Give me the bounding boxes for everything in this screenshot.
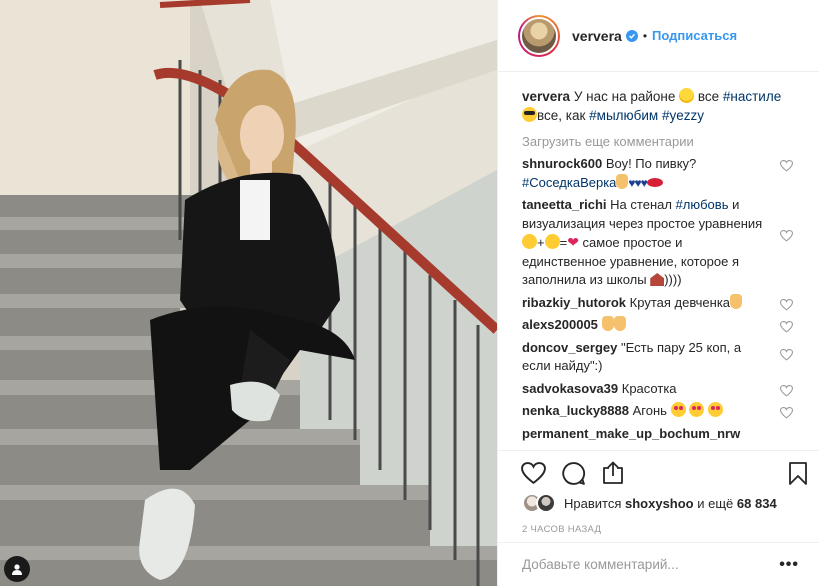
- house-emoji-icon: [650, 273, 665, 286]
- comment-like-heart-icon[interactable]: [780, 384, 793, 397]
- comment-username[interactable]: shnurock600: [522, 156, 602, 171]
- smile-emoji-icon: [522, 234, 537, 249]
- heart-eyes-emoji-icon: [670, 402, 686, 417]
- red-heart-emoji-icon: ❤: [567, 234, 579, 250]
- comment-username[interactable]: alexs200005: [522, 317, 598, 332]
- share-button[interactable]: [600, 460, 626, 486]
- comment-like-heart-icon[interactable]: [780, 348, 793, 361]
- likes-text[interactable]: Нравится shoxyshoo и ещё 68 834: [564, 496, 777, 511]
- victory-hand-emoji-icon: [601, 316, 614, 331]
- comment-like-heart-icon[interactable]: [780, 321, 793, 333]
- ok-hand-emoji-icon: [613, 316, 626, 331]
- likes-count[interactable]: 68 834: [737, 496, 777, 511]
- hashtag-link[interactable]: #мылюбим: [589, 108, 658, 123]
- kiss-emoji-icon: [646, 177, 663, 187]
- follow-button[interactable]: Подписаться: [652, 28, 737, 43]
- load-more-comments-button[interactable]: Загрузить еще комментарии: [522, 133, 795, 151]
- add-comment-section: •••: [498, 542, 819, 586]
- comment-text: Красотка: [621, 380, 677, 396]
- comment-text: Крутая девченка: [629, 294, 731, 310]
- comment-username[interactable]: ribazkiy_hutorok: [522, 295, 626, 310]
- heart-eyes-emoji-icon: [689, 402, 705, 417]
- blue-hearts-emoji-icon: ♥♥♥: [628, 175, 647, 190]
- post-photo[interactable]: [0, 0, 497, 586]
- comment-text: На стенал: [610, 197, 676, 212]
- person-icon: [12, 564, 22, 575]
- sunglasses-emoji-icon: [522, 107, 537, 122]
- comment-item: doncov_sergey "Есть пару 25 коп, а если …: [522, 339, 795, 376]
- comment-like-heart-icon[interactable]: [780, 230, 793, 242]
- thumbs-up-emoji-icon: [616, 173, 629, 189]
- like-button[interactable]: [520, 460, 546, 486]
- smile-emoji-icon: [544, 234, 560, 249]
- hashtag-link[interactable]: #настиле: [723, 89, 781, 104]
- comment-text: Агонь: [632, 403, 671, 418]
- heart-eyes-emoji-icon: [707, 402, 723, 417]
- comment-item: sadvokasova39 Красотка: [522, 380, 795, 399]
- post-header: ververa • Подписаться: [498, 0, 819, 72]
- comment-username[interactable]: taneetta_richi: [522, 197, 607, 212]
- comment-button[interactable]: [560, 460, 586, 486]
- author-avatar-story-ring[interactable]: [518, 14, 560, 57]
- comment-like-heart-icon[interactable]: [780, 407, 793, 419]
- tagged-user-indicator[interactable]: [4, 556, 30, 582]
- verified-badge-icon: [625, 29, 638, 42]
- comment-like-heart-icon[interactable]: [780, 160, 793, 172]
- comment-item: nenka_lucky8888 Агонь: [522, 402, 795, 421]
- comment-username[interactable]: doncov_sergey: [522, 340, 617, 355]
- comment-text: Воу! По пивку?: [605, 156, 697, 171]
- comment-icon: [561, 461, 585, 485]
- comment-item: permanent_make_up_bochum_nrw: [522, 425, 795, 444]
- comment-item: taneetta_richi На стенал #любовь и визуа…: [522, 196, 795, 290]
- avatar: [520, 16, 558, 55]
- caption-username[interactable]: ververa: [522, 89, 570, 104]
- hashtag-link[interactable]: #yezzy: [662, 108, 704, 123]
- post-actions-bar: [498, 450, 819, 494]
- laughing-emoji-icon: [679, 88, 695, 103]
- hashtag-link[interactable]: #любовь: [676, 197, 729, 212]
- comment-like-heart-icon[interactable]: [780, 298, 793, 311]
- post-side-panel: ververa • Подписаться ververa У нас на р…: [497, 0, 819, 586]
- comment-username[interactable]: nenka_lucky8888: [522, 403, 629, 418]
- post-timestamp[interactable]: 2 часов назад: [522, 524, 601, 535]
- comment-item: shnurock600 Воу! По пивку? #СоседкаВерка…: [522, 155, 795, 192]
- author-username[interactable]: ververa: [572, 28, 622, 44]
- comment-username[interactable]: permanent_make_up_bochum_nrw: [522, 426, 740, 441]
- photo-illustration: [0, 0, 497, 586]
- share-icon: [603, 461, 623, 484]
- comment-text: )))): [664, 272, 682, 287]
- comment-item: alexs200005: [522, 316, 795, 335]
- separator-dot: •: [642, 28, 648, 43]
- comment-username[interactable]: sadvokasova39: [522, 381, 618, 396]
- liker-username[interactable]: shoxyshoo: [625, 496, 694, 511]
- avatar: [536, 493, 556, 513]
- bookmark-icon: [789, 461, 807, 485]
- comments-list[interactable]: ververa У нас на районе все #настиле все,…: [498, 73, 819, 449]
- comment-input[interactable]: [522, 557, 780, 572]
- comment-item: ribazkiy_hutorok Крутая девченка: [522, 293, 795, 313]
- hashtag-link[interactable]: #СоседкаВерка: [522, 175, 616, 190]
- likes-summary: Нравится shoxyshoo и ещё 68 834: [522, 493, 777, 513]
- more-options-icon[interactable]: •••: [779, 556, 799, 574]
- save-button[interactable]: [785, 460, 811, 486]
- heart-icon: [520, 461, 546, 484]
- ok-hand-emoji-icon: [730, 293, 743, 309]
- post-caption: ververa У нас на районе все #настиле все,…: [522, 87, 795, 125]
